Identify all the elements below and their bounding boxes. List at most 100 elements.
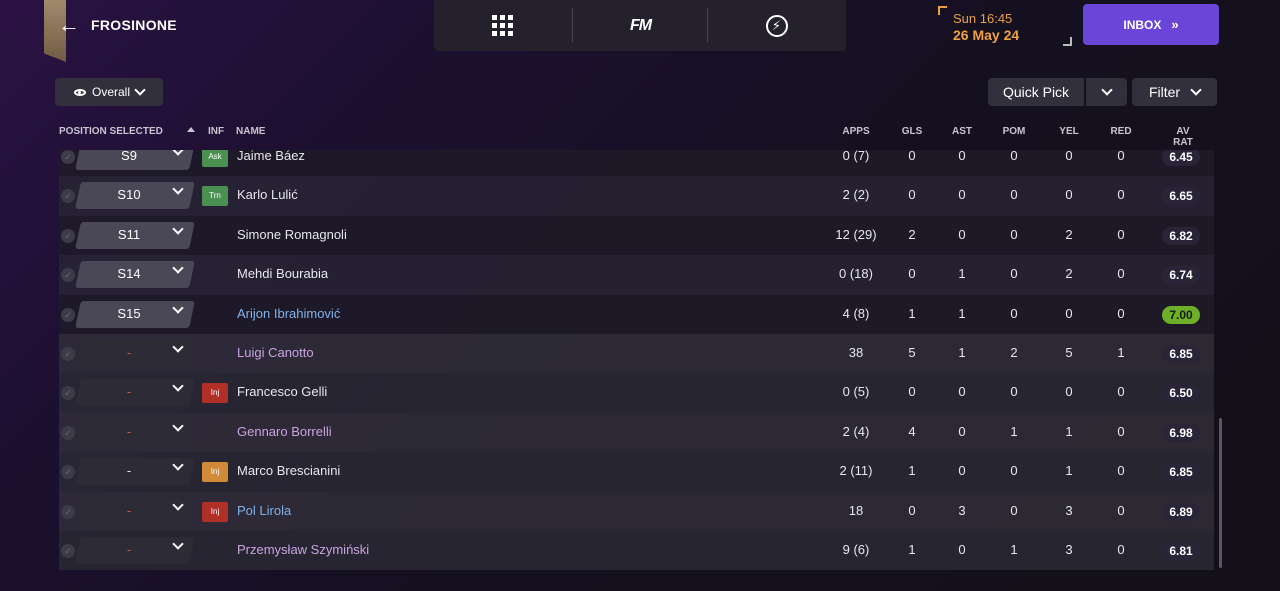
ast-value: 0: [958, 226, 966, 242]
game-date[interactable]: Sun 16:45 26 May 24: [938, 6, 1072, 46]
col-pom[interactable]: POM: [1003, 126, 1026, 137]
player-name[interactable]: Jaime Báez: [237, 150, 305, 163]
fm-home-button[interactable]: FM: [572, 0, 709, 51]
check-icon[interactable]: ✓: [61, 504, 75, 519]
position-value: S10: [117, 187, 141, 203]
grid-menu-button[interactable]: [434, 0, 571, 51]
apps-value: 2 (2): [842, 187, 870, 203]
gls-value: 0: [908, 187, 916, 203]
player-name[interactable]: Przemysław Szymiński: [237, 542, 369, 557]
corner-decoration: [938, 6, 947, 15]
col-position[interactable]: POSITION SELECTED: [59, 126, 163, 137]
info-badge[interactable]: Ask: [202, 150, 228, 167]
yel-value: 0: [1065, 187, 1073, 203]
rating-badge: 6.85: [1162, 345, 1200, 363]
col-gls[interactable]: GLS: [902, 126, 923, 137]
player-name[interactable]: Simone Romagnoli: [237, 227, 347, 242]
table-row[interactable]: ✓ - Inj Marco Brescianini 2 (11) 1 0 0 1…: [59, 452, 1214, 492]
injury-badge[interactable]: Inj: [202, 383, 228, 404]
position-value: S15: [117, 305, 141, 321]
info-badge[interactable]: Trn: [202, 186, 228, 207]
filter-button[interactable]: Filter: [1132, 78, 1217, 106]
position-value: -: [126, 423, 132, 439]
table-row[interactable]: ✓ S10 Trn Karlo Lulić 2 (2) 0 0 0 0 0 6.…: [59, 176, 1214, 216]
table-row[interactable]: ✓ S15 Arijon Ibrahimović 4 (8) 1 1 0 0 0…: [59, 294, 1214, 334]
red-value: 0: [1117, 502, 1125, 518]
check-icon[interactable]: ✓: [61, 425, 75, 440]
injury-badge[interactable]: Inj: [202, 501, 228, 522]
back-arrow-icon[interactable]: ←: [58, 14, 80, 36]
player-name[interactable]: Marco Brescianini: [237, 463, 340, 478]
ast-value: 1: [958, 305, 966, 321]
table-row[interactable]: ✓ S14 Mehdi Bourabia 0 (18) 0 1 0 2 0 6.…: [59, 255, 1214, 295]
check-icon[interactable]: ✓: [61, 268, 75, 283]
player-name[interactable]: Gennaro Borrelli: [237, 424, 332, 439]
inbox-label: INBOX: [1123, 17, 1162, 32]
fm-logo: FM: [629, 16, 652, 34]
pom-value: 0: [1010, 226, 1018, 242]
table-row[interactable]: ✓ - Przemysław Szymiński 9 (6) 1 0 1 3 0…: [59, 531, 1214, 570]
injury-badge[interactable]: Inj: [202, 462, 228, 483]
check-icon[interactable]: ✓: [61, 189, 75, 204]
view-label: Overall: [91, 85, 130, 99]
inbox-button[interactable]: INBOX »: [1083, 4, 1219, 45]
double-chevron-right-icon: »: [1171, 17, 1179, 32]
check-icon[interactable]: ✓: [61, 544, 75, 558]
scrollbar[interactable]: [1219, 418, 1222, 568]
red-value: 0: [1117, 305, 1125, 321]
col-yel[interactable]: YEL: [1059, 126, 1078, 137]
pom-value: 0: [1010, 463, 1018, 479]
player-name[interactable]: Francesco Gelli: [237, 384, 327, 399]
gls-value: 5: [908, 345, 916, 360]
position-value: -: [126, 345, 132, 360]
rating-badge: 6.89: [1162, 502, 1200, 521]
player-name[interactable]: Luigi Canotto: [237, 345, 314, 360]
check-icon[interactable]: ✓: [61, 150, 75, 164]
pom-value: 0: [1010, 305, 1018, 321]
player-name[interactable]: Arijon Ibrahimović: [237, 306, 340, 321]
position-value: -: [126, 502, 132, 518]
check-icon[interactable]: ✓: [61, 386, 75, 401]
quick-pick-button[interactable]: Quick Pick: [988, 78, 1084, 106]
yel-value: 3: [1065, 542, 1073, 557]
pom-value: 0: [1010, 150, 1018, 163]
apps-value: 38: [848, 345, 864, 360]
check-icon[interactable]: ✓: [61, 465, 75, 480]
lightning-button[interactable]: ⚡︎: [708, 0, 845, 51]
apps-value: 2 (4): [842, 423, 870, 439]
corner-decoration: [1063, 37, 1072, 46]
ast-value: 1: [958, 266, 966, 282]
pom-value: 1: [1010, 542, 1018, 557]
rating-badge: 6.98: [1162, 423, 1200, 442]
red-value: 0: [1117, 384, 1125, 400]
player-name[interactable]: Karlo Lulić: [237, 187, 298, 202]
gls-value: 0: [908, 266, 916, 282]
check-icon[interactable]: ✓: [61, 307, 75, 322]
table-row[interactable]: ✓ S11 Simone Romagnoli 12 (29) 2 0 0 2 0…: [59, 215, 1214, 256]
player-name[interactable]: Pol Lirola: [237, 503, 291, 518]
check-icon[interactable]: ✓: [61, 347, 75, 361]
pom-value: 0: [1010, 384, 1018, 400]
table-row[interactable]: ✓ - Inj Francesco Gelli 0 (5) 0 0 0 0 0 …: [59, 373, 1214, 413]
rating-badge: 6.74: [1162, 266, 1200, 285]
col-red[interactable]: RED: [1110, 126, 1131, 137]
col-apps[interactable]: APPS: [842, 126, 869, 137]
check-icon[interactable]: ✓: [61, 228, 75, 243]
squad-table: ✓ S9 Ask Jaime Báez 0 (7) 0 0 0 0 0 6.45…: [59, 150, 1214, 570]
table-row[interactable]: ✓ - Gennaro Borrelli 2 (4) 4 0 1 1 0 6.9…: [59, 412, 1214, 453]
col-ast[interactable]: AST: [952, 126, 972, 137]
red-value: 0: [1117, 187, 1125, 203]
col-inf[interactable]: INF: [208, 126, 224, 137]
quick-pick-dropdown[interactable]: [1086, 78, 1127, 106]
view-dropdown[interactable]: Overall: [55, 78, 163, 106]
yel-value: 3: [1065, 502, 1073, 518]
col-avrat[interactable]: AV RAT: [1168, 126, 1199, 148]
table-row[interactable]: ✓ S9 Ask Jaime Báez 0 (7) 0 0 0 0 0 6.45: [59, 150, 1214, 177]
ast-value: 0: [958, 150, 966, 163]
table-row[interactable]: ✓ - Luigi Canotto 38 5 1 2 5 1 6.85: [59, 334, 1214, 374]
table-row[interactable]: ✓ - Inj Pol Lirola 18 0 3 0 3 0 6.89: [59, 491, 1214, 531]
date-time: Sun 16:45: [953, 11, 1013, 26]
sort-asc-icon[interactable]: [187, 127, 195, 132]
col-name[interactable]: NAME: [236, 126, 265, 137]
player-name[interactable]: Mehdi Bourabia: [237, 266, 328, 281]
